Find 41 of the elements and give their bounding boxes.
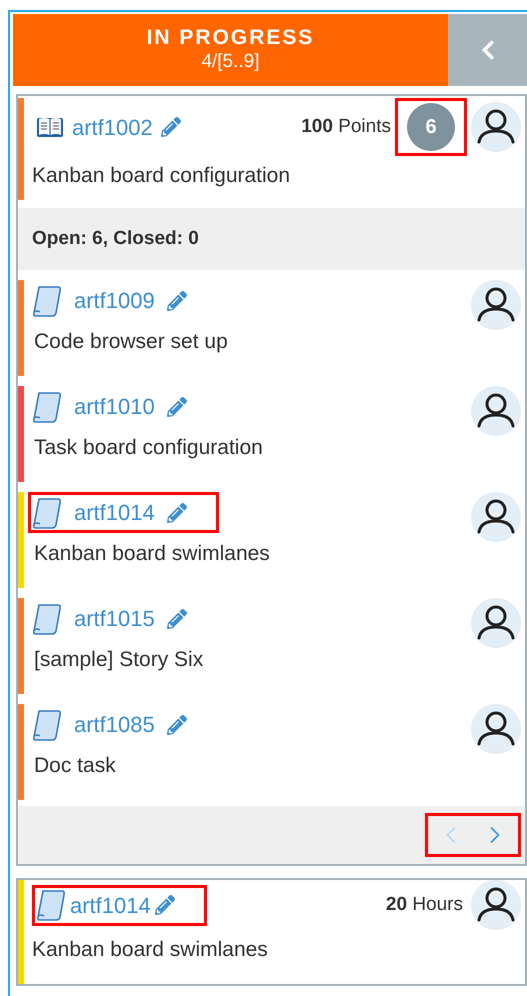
estimate: 20 Hours: [386, 892, 463, 917]
item-id-link[interactable]: artf1010: [74, 390, 155, 423]
card-title: [sample] Story Six: [33, 647, 204, 673]
child-count-badge: 6: [407, 103, 455, 151]
wip-limit: 4/[5..9]: [201, 50, 260, 74]
user-avatar-icon[interactable]: [471, 598, 521, 648]
edit-icon[interactable]: [166, 290, 187, 310]
card-title: Task board configuration: [33, 435, 264, 461]
document-icon: [32, 284, 62, 316]
user-avatar-icon[interactable]: [471, 880, 521, 930]
card-title: Kanban board swimlanes: [32, 937, 269, 963]
item-id-link[interactable]: artf1014: [74, 496, 155, 529]
edit-icon[interactable]: [160, 117, 181, 137]
user-avatar-icon[interactable]: [471, 492, 521, 542]
document-icon: [32, 496, 62, 528]
card-title: Kanban board configuration: [32, 163, 292, 189]
edit-icon[interactable]: [154, 895, 175, 915]
card-title: Code browser set up: [33, 329, 229, 355]
item-id-link[interactable]: artf1015: [74, 602, 155, 635]
card-title: Doc task: [33, 753, 117, 779]
estimate: 100 Points: [301, 114, 391, 139]
item-id-link[interactable]: artf1009: [74, 284, 155, 317]
book-icon: [36, 115, 64, 139]
summary-text: Open: 6, Closed: 0: [32, 226, 199, 251]
document-icon: [32, 602, 62, 634]
user-avatar-icon[interactable]: [471, 704, 521, 754]
edit-icon[interactable]: [166, 714, 187, 734]
document-icon: [32, 708, 62, 740]
document-icon: [32, 390, 62, 422]
document-icon: [36, 889, 66, 921]
edit-icon[interactable]: [166, 396, 187, 416]
item-id-link[interactable]: artf1085: [74, 708, 155, 741]
user-avatar-icon[interactable]: [471, 386, 521, 436]
card-title: Kanban board swimlanes: [33, 541, 271, 567]
item-id-link[interactable]: artf1014: [70, 888, 151, 922]
edit-icon[interactable]: [166, 608, 187, 628]
user-avatar-icon[interactable]: [471, 102, 521, 152]
item-id-link[interactable]: artf1002: [72, 110, 153, 144]
user-avatar-icon[interactable]: [471, 280, 521, 330]
column-title: IN PROGRESS: [146, 26, 314, 50]
edit-icon[interactable]: [166, 502, 187, 522]
